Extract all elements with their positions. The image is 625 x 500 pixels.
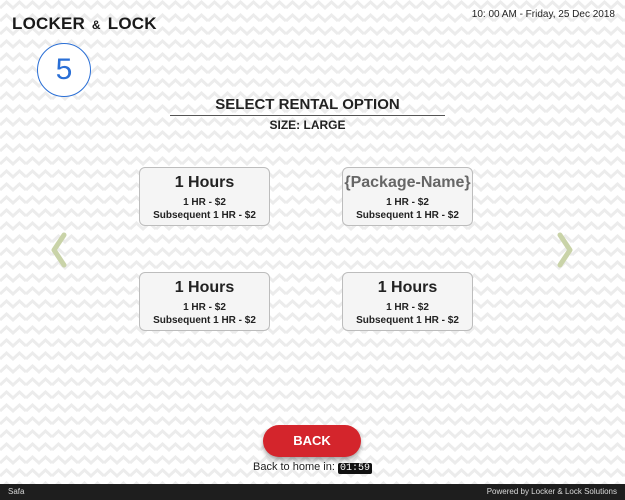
size-label: SIZE: LARGE [269, 118, 346, 132]
footer-site-name: Safa [8, 487, 25, 496]
step-number: 5 [37, 43, 91, 97]
option-rate: 1 HR - $2 [183, 302, 226, 313]
logo-word-lock: LOCK [107, 14, 157, 33]
option-name: 1 Hours [174, 174, 235, 191]
footer-bar: Safa Powered by Locker & Lock Solutions [0, 484, 625, 500]
home-countdown-label: Back to home in: [252, 461, 335, 473]
option-name: 1 Hours [377, 279, 438, 296]
rental-option-card[interactable]: {Package-Name} 1 HR - $2 Subsequent 1 HR… [342, 167, 473, 226]
chevron-left-icon[interactable] [50, 232, 68, 268]
back-button[interactable]: BACK [263, 425, 361, 457]
chevron-right-icon[interactable] [556, 232, 574, 268]
home-countdown-row: Back to home in: 01:59 [0, 461, 625, 474]
option-subsequent-rate: Subsequent 1 HR - $2 [356, 315, 459, 326]
option-rate: 1 HR - $2 [386, 302, 429, 313]
option-name: {Package-Name} [344, 174, 471, 191]
brand-logo: LOCKER & LOCK [12, 14, 157, 34]
option-rate: 1 HR - $2 [386, 197, 429, 208]
option-subsequent-rate: Subsequent 1 HR - $2 [153, 210, 256, 221]
option-subsequent-rate: Subsequent 1 HR - $2 [356, 210, 459, 221]
zigzag-background [0, 0, 625, 484]
option-subsequent-rate: Subsequent 1 HR - $2 [153, 315, 256, 326]
option-rate: 1 HR - $2 [183, 197, 226, 208]
option-name: 1 Hours [174, 279, 235, 296]
rental-option-card[interactable]: 1 Hours 1 HR - $2 Subsequent 1 HR - $2 [139, 272, 270, 331]
footer-powered-by: Powered by Locker & Lock Solutions [486, 487, 617, 496]
page-title: SELECT RENTAL OPTION [170, 96, 445, 116]
rental-option-card[interactable]: 1 Hours 1 HR - $2 Subsequent 1 HR - $2 [342, 272, 473, 331]
logo-ampersand: & [91, 18, 101, 32]
date-time: 10: 00 AM - Friday, 25 Dec 2018 [471, 9, 615, 20]
logo-word-locker: LOCKER [12, 14, 85, 33]
countdown-timer: 01:59 [337, 463, 372, 474]
rental-option-card[interactable]: 1 Hours 1 HR - $2 Subsequent 1 HR - $2 [139, 167, 270, 226]
